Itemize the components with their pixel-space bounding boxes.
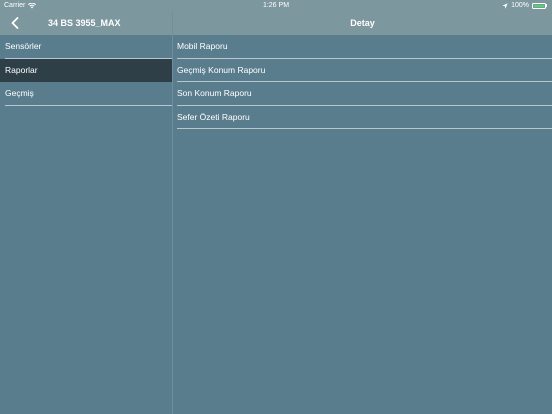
location-arrow-icon [502,2,508,9]
report-item-label: Sefer Özeti Raporu [177,111,250,122]
report-item-son-konum[interactable]: Son Konum Raporu [173,82,552,106]
row-separator [5,104,172,106]
master-item-label: Sensörler [5,41,42,51]
master-item-raporlar[interactable]: Raporlar [0,58,172,82]
master-list: Sensörler Raporlar Geçmiş [0,35,172,414]
master-item-sensorler[interactable]: Sensörler [0,35,172,59]
detail-list: Mobil Raporu Geçmiş Konum Raporu Son Kon… [173,35,552,414]
master-item-gecmis[interactable]: Geçmiş [0,82,172,106]
status-right: 100% [502,0,547,11]
chevron-left-icon [11,17,19,29]
report-item-sefer-ozeti[interactable]: Sefer Özeti Raporu [173,106,552,129]
vehicle-title: 34 BS 3955_MAX [48,18,121,28]
master-nav: 34 BS 3955_MAX [0,11,172,35]
back-button[interactable] [6,14,24,32]
status-bar: Carrier 1:26 PM 100% [0,0,552,11]
report-item-label: Son Konum Raporu [177,88,252,98]
report-item-label: Mobil Raporu [177,41,228,51]
detail-title: Detay [350,18,375,28]
master-item-label: Raporlar [5,64,38,75]
battery-percent: 100% [511,2,529,9]
row-separator [177,128,552,129]
navigation-bar: 34 BS 3955_MAX Detay [0,11,552,35]
status-time: 1:26 PM [262,2,290,9]
report-item-mobil[interactable]: Mobil Raporu [173,35,552,59]
battery-icon [532,2,547,9]
report-item-label: Geçmiş Konum Raporu [177,64,266,75]
master-item-label: Geçmiş [5,88,34,98]
report-item-gecmis-konum[interactable]: Geçmiş Konum Raporu [173,59,552,82]
